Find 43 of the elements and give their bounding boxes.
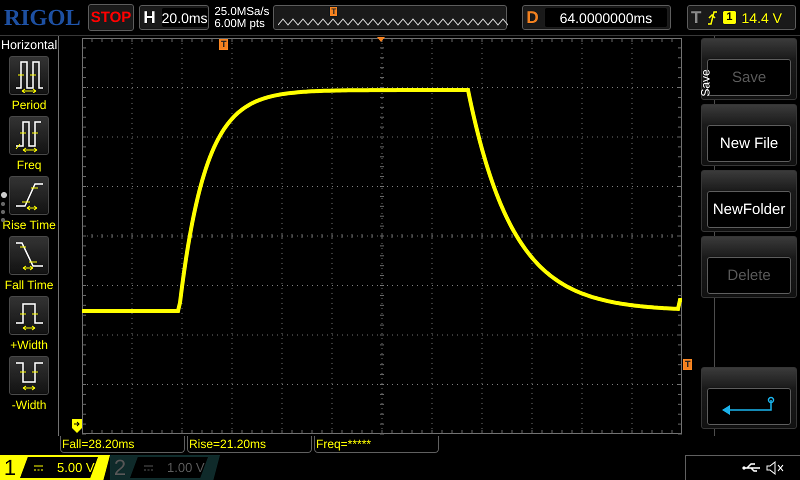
channel-scale: 1.00 V (167, 460, 205, 475)
timebase-display[interactable]: H 20.0ms (139, 5, 210, 30)
measurement-result: Rise=21.20ms (187, 436, 312, 453)
measure-label: Fall Time (4, 278, 54, 292)
menu-title: Horizontal (0, 38, 58, 52)
trigger-position-marker: T (219, 39, 228, 50)
trigger-position-marker: T (330, 7, 338, 16)
rising-edge-icon (707, 10, 718, 24)
measure-label: Period (12, 98, 46, 112)
measure-button[interactable] (9, 236, 50, 275)
measure-button[interactable] (9, 296, 50, 335)
menu-title: Save (698, 69, 713, 97)
sample-rate: 25.0MSa/s (214, 6, 268, 18)
measure-button[interactable] (9, 176, 50, 215)
trigger-source: 1 (723, 11, 736, 24)
measure-button[interactable] (9, 356, 50, 395)
measure-button[interactable] (9, 56, 50, 95)
measure-label: Rise Time (2, 218, 56, 232)
menu-button[interactable]: NewFolder (701, 170, 797, 232)
dc-coupling-icon (144, 464, 153, 470)
measurement-result: Freq=***** (314, 436, 439, 453)
channel-tab[interactable]: 1 5.00 V (0, 455, 110, 480)
run-stop-button[interactable]: STOP (88, 4, 134, 31)
delay-display[interactable]: D 64.0000000ms (522, 5, 672, 30)
channel-ground-marker-icon (72, 419, 82, 433)
trigger-level-marker: T (683, 359, 692, 370)
measure-label: +Width (10, 338, 48, 352)
memory-depth: 6.00M pts (214, 18, 266, 30)
trigger-display[interactable]: T 1 14.4 V (687, 5, 796, 30)
center-marker-icon (377, 37, 386, 42)
logo: RIGOL (4, 4, 81, 30)
measure-label: -Width (12, 398, 46, 412)
dc-coupling-icon (34, 464, 43, 470)
measurement-result: Fall=28.20ms (60, 436, 185, 453)
waveform-overview-icon (278, 17, 508, 27)
trigger-level: 14.4 V (742, 10, 782, 26)
back-button[interactable] (701, 367, 797, 429)
usb-icon (742, 463, 762, 473)
measure-label: Freq (16, 158, 42, 172)
channel-scale: 5.00 V (57, 460, 95, 475)
measure-button[interactable] (9, 116, 50, 155)
mute-icon (766, 461, 786, 475)
menu-button[interactable]: New File (701, 104, 797, 166)
